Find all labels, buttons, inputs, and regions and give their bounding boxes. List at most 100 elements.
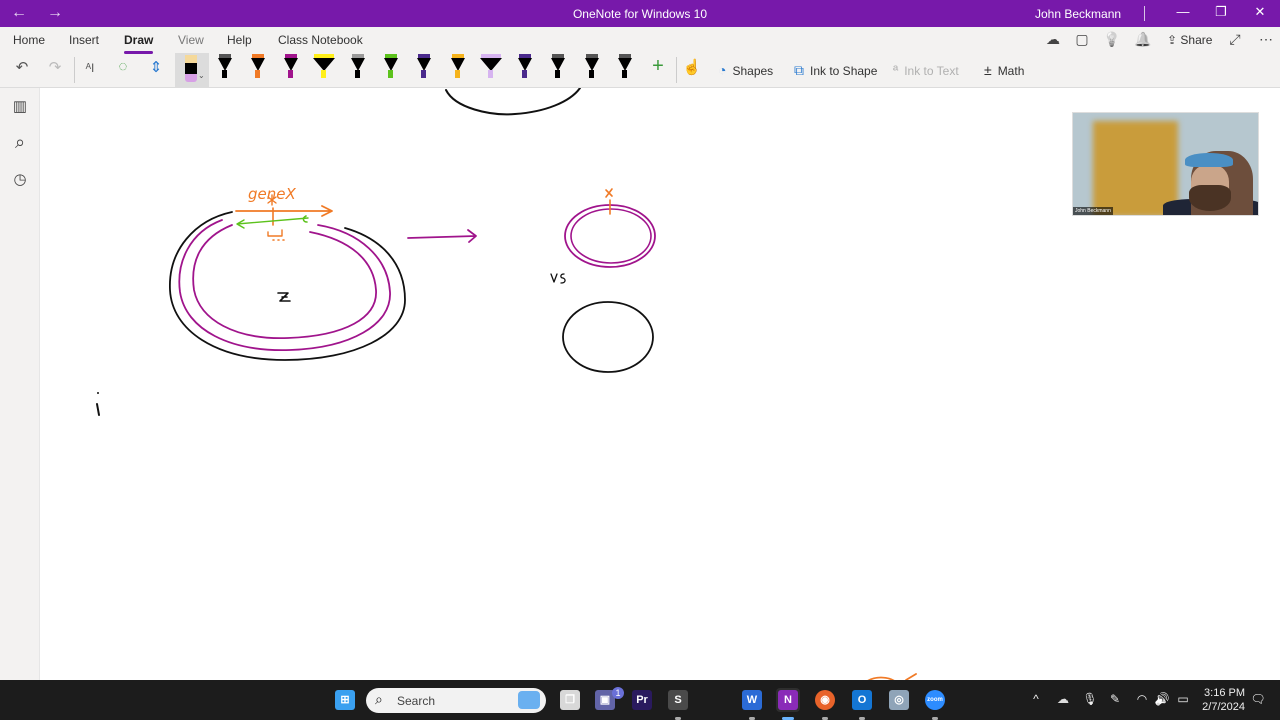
pen-11[interactable]: [550, 54, 566, 80]
clock-date: 2/7/2024: [1202, 701, 1245, 713]
ink-to-shape-label: Ink to Shape: [810, 64, 878, 78]
microphone-icon[interactable]: 🎙: [1081, 692, 1099, 706]
webcam-name-label: John Beckmann: [1073, 207, 1113, 215]
add-space-button[interactable]: ⇕: [146, 58, 166, 82]
show-hidden-icons-chevron[interactable]: ^: [1027, 692, 1045, 706]
ink-stroke-i: [96, 403, 100, 416]
recent-notes-icon[interactable]: ◷: [10, 170, 30, 188]
taskbar-app-control-app[interactable]: ◎: [887, 688, 911, 712]
battery-icon[interactable]: ▭: [1174, 692, 1192, 706]
back-button[interactable]: ←: [11, 4, 27, 22]
math-button[interactable]: ± Math: [984, 62, 1024, 78]
close-button[interactable]: ✕: [1250, 4, 1270, 20]
pen-12[interactable]: [584, 54, 600, 80]
ink-stroke-vs: [550, 273, 566, 284]
tab-insert[interactable]: Insert: [69, 33, 99, 47]
pen-5[interactable]: [350, 54, 366, 80]
search-highlight-icon: [518, 691, 540, 709]
webcam-video-feed[interactable]: John Beckmann: [1072, 112, 1259, 216]
sync-status-icon[interactable]: ☁: [1043, 31, 1063, 48]
onedrive-icon[interactable]: ☁: [1054, 692, 1072, 706]
page-list-icon[interactable]: ▢: [1072, 31, 1092, 48]
share-button[interactable]: ⇪ Share: [1167, 33, 1212, 47]
volume-icon[interactable]: 🔊: [1153, 692, 1171, 706]
tab-class-notebook[interactable]: Class Notebook: [278, 33, 363, 47]
pen-menu-icon[interactable]: ✎: [1106, 692, 1124, 706]
gene-label: geneX: [248, 185, 296, 203]
minimize-button[interactable]: —: [1173, 4, 1193, 19]
shapes-button[interactable]: ◔ Shapes: [718, 62, 773, 78]
task-view-icon: ❐: [560, 690, 580, 710]
ink-stroke-green-c: [302, 215, 308, 223]
taskbar-search[interactable]: ⌕ Search: [366, 688, 546, 713]
pen-2[interactable]: [250, 54, 266, 80]
pen-tip: [355, 70, 360, 78]
tell-me-icon[interactable]: 💡: [1102, 31, 1122, 48]
ink-stroke-gene-arrow: [235, 205, 333, 217]
tab-home[interactable]: Home: [13, 33, 45, 47]
redo-button[interactable]: ↷: [45, 58, 65, 82]
taskbar-app-word[interactable]: W: [740, 688, 764, 720]
restore-button[interactable]: ❐: [1211, 4, 1231, 20]
notebooks-icon[interactable]: ▥: [10, 97, 30, 115]
system-clock[interactable]: 3:16 PM 2/7/2024: [1195, 686, 1245, 714]
ink-to-text-button[interactable]: ª Ink to Text: [893, 62, 959, 78]
taskbar-app-onenote[interactable]: N: [776, 688, 800, 720]
tab-view[interactable]: View: [178, 33, 204, 47]
pen-10[interactable]: [517, 54, 533, 80]
ink-stroke-i-dot: [97, 392, 99, 394]
taskbar-app-outlook[interactable]: O: [850, 688, 874, 720]
add-pen-button[interactable]: +: [648, 55, 668, 79]
ink-stroke-z: [277, 292, 291, 302]
pen-tip: [455, 70, 460, 78]
account-name[interactable]: John Beckmann: [1035, 7, 1121, 21]
notification-center-icon[interactable]: 🗨: [1249, 692, 1267, 706]
pen-tip: [288, 70, 293, 78]
shapes-label: Shapes: [732, 64, 774, 78]
taskbar-app-start[interactable]: ⊞: [333, 688, 357, 712]
pen-tip: [622, 70, 627, 78]
pen-tip: [522, 70, 527, 78]
tab-help[interactable]: Help: [227, 33, 252, 47]
search-icon[interactable]: ⌕: [10, 132, 30, 153]
onenote-icon: N: [778, 690, 798, 710]
pen-tip: [555, 70, 560, 78]
pen-tip: [589, 70, 594, 78]
more-options-icon[interactable]: ⋯: [1256, 31, 1276, 48]
ribbon: Home Insert Draw View Help Class Noteboo…: [0, 27, 1280, 88]
taskbar-app-firefox[interactable]: ◉: [813, 688, 837, 720]
forward-button[interactable]: →: [47, 4, 63, 22]
type-select-button[interactable]: ᴬI: [79, 61, 101, 85]
eraser-button[interactable]: ⌄: [175, 53, 209, 87]
eraser-tip: [185, 74, 197, 82]
taskbar-app-premiere-pro[interactable]: Pr: [630, 688, 654, 712]
taskbar-app-task-view[interactable]: ❐: [558, 688, 582, 712]
ink-stroke-black-circle: [562, 301, 654, 373]
taskbar-app-zoom[interactable]: zoom: [923, 688, 947, 720]
ink-to-shape-button[interactable]: ⧉ Ink to Shape: [794, 62, 877, 79]
highlighter-4[interactable]: [313, 54, 335, 80]
pen-3[interactable]: [283, 54, 299, 80]
toolbar-separator: [74, 57, 75, 83]
share-label: Share: [1180, 33, 1213, 47]
search-icon: ⌕: [375, 691, 383, 707]
pen-tip: [222, 70, 227, 78]
wifi-icon[interactable]: ◠: [1133, 692, 1151, 706]
lasso-select-button[interactable]: ◌: [113, 58, 133, 82]
undo-button[interactable]: ↶: [12, 58, 32, 82]
pen-1[interactable]: [217, 54, 233, 80]
ink-stroke-membrane-outer: [178, 219, 391, 351]
pen-13[interactable]: [617, 54, 633, 80]
taskbar-app-sublime-text[interactable]: S: [666, 688, 690, 720]
pen-tip: [255, 70, 260, 78]
pen-8[interactable]: [450, 54, 466, 80]
pen-7[interactable]: [416, 54, 432, 80]
pen-6[interactable]: [383, 54, 399, 80]
title-separator: [1144, 6, 1145, 21]
chevron-down-icon: ⌄: [198, 71, 205, 80]
fullscreen-icon[interactable]: ⤢: [1225, 31, 1245, 48]
draw-with-touch-button[interactable]: ☝: [682, 58, 702, 82]
tab-draw[interactable]: Draw: [124, 33, 154, 54]
highlighter-9[interactable]: [480, 54, 502, 80]
notifications-icon[interactable]: 🔔: [1133, 31, 1153, 48]
